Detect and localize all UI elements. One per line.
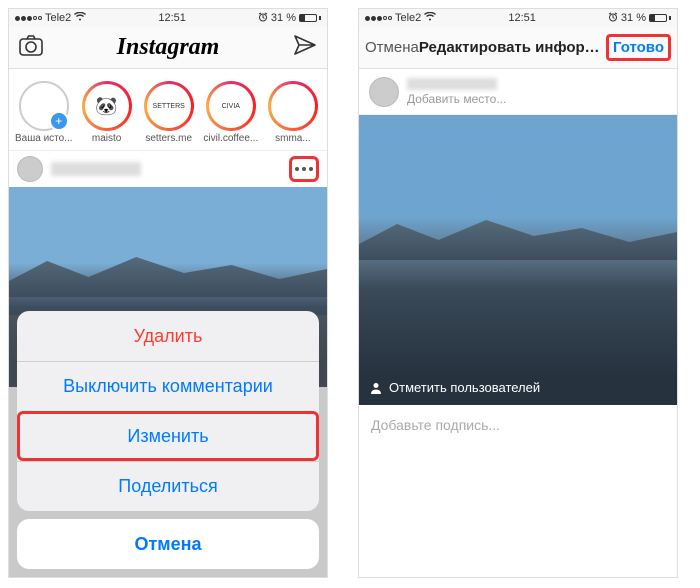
stories-row[interactable]: Ваша исто...🐼maistoSETTERSsetters.meCIVI… (9, 69, 327, 151)
edit-header: Отмена Редактировать информа... Готово (359, 27, 677, 69)
more-options-icon[interactable] (289, 156, 319, 182)
signal-dots-icon (365, 16, 392, 21)
wifi-icon (74, 12, 86, 24)
action-sheet-item[interactable]: Изменить (17, 411, 319, 461)
username-blurred (51, 162, 141, 176)
clock: 12:51 (158, 12, 186, 24)
signal-dots-icon (15, 16, 42, 21)
page-title: Редактировать информа... (419, 39, 606, 56)
story-item[interactable]: Ваша исто... (15, 81, 73, 144)
avatar[interactable] (17, 156, 43, 182)
story-item[interactable]: SETTERSsetters.me (141, 81, 197, 144)
phone-right: Tele2 12:51 31 % Отмена Редактировать ин… (358, 8, 678, 578)
cancel-button[interactable]: Отмена (365, 39, 419, 56)
battery-icon (649, 14, 671, 22)
phone-left: Tele2 12:51 31 % Instagram Ваша исто...🐼… (8, 8, 328, 578)
status-bar: Tele2 12:51 31 % (359, 9, 677, 27)
wifi-icon (424, 12, 436, 24)
action-sheet-item[interactable]: Выключить комментарии (17, 361, 319, 411)
add-location-label[interactable]: Добавить место... (407, 92, 506, 106)
alarm-icon (608, 12, 618, 25)
action-sheet-item[interactable]: Удалить (17, 311, 319, 361)
battery-pct: 31 % (621, 12, 646, 24)
avatar (369, 77, 399, 107)
carrier-label: Tele2 (395, 12, 421, 24)
person-icon (369, 381, 383, 395)
post-image: Отметить пользователей (359, 115, 677, 405)
action-sheet: УдалитьВыключить комментарииИзменитьПоде… (17, 311, 319, 569)
tag-users-button[interactable]: Отметить пользователей (369, 380, 540, 395)
post-header (9, 151, 327, 187)
done-button[interactable]: Готово (606, 34, 671, 61)
caption-input[interactable]: Добавьте подпись... (359, 405, 677, 445)
battery-pct: 31 % (271, 12, 296, 24)
tag-users-label: Отметить пользователей (389, 380, 540, 395)
camera-icon[interactable] (19, 34, 43, 61)
carrier-label: Tele2 (45, 12, 71, 24)
story-item[interactable]: 🐼maisto (79, 81, 135, 144)
send-icon[interactable] (293, 34, 317, 61)
status-bar: Tele2 12:51 31 % (9, 9, 327, 27)
battery-icon (299, 14, 321, 22)
alarm-icon (258, 12, 268, 25)
action-sheet-group: УдалитьВыключить комментарииИзменитьПоде… (17, 311, 319, 511)
app-header: Instagram (9, 27, 327, 69)
app-title: Instagram (117, 34, 220, 61)
story-item[interactable]: smma... (265, 81, 321, 144)
username-blurred (407, 78, 497, 90)
location-row[interactable]: Добавить место... (359, 69, 677, 115)
clock: 12:51 (508, 12, 536, 24)
action-sheet-item[interactable]: Поделиться (17, 461, 319, 511)
story-item[interactable]: CIVIAcivil.coffee... (203, 81, 259, 144)
action-sheet-cancel[interactable]: Отмена (17, 519, 319, 569)
